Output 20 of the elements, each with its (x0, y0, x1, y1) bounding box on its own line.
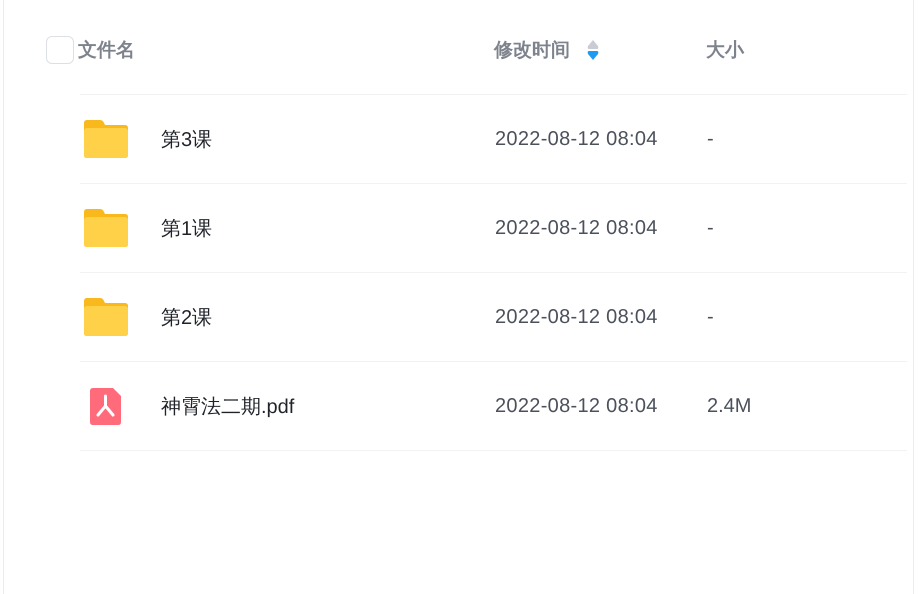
folder-icon (84, 209, 128, 247)
file-name[interactable]: 神霄法二期.pdf (161, 392, 495, 420)
file-name[interactable]: 第1课 (161, 214, 495, 242)
file-size: - (707, 216, 714, 240)
modified-time: 2022-08-12 08:04 (495, 394, 659, 418)
file-name[interactable]: 第2课 (161, 304, 495, 330)
file-size: 2.4M (707, 394, 752, 418)
column-header[interactable]: 文件名 (78, 37, 135, 63)
sort-icon[interactable] (587, 39, 599, 61)
select-all-checkbox[interactable] (46, 36, 74, 64)
file-size: - (707, 128, 714, 150)
folder-icon (84, 298, 128, 336)
file-name[interactable]: 第3课 (161, 126, 495, 152)
column-header[interactable]: 修改时间 (494, 37, 570, 63)
file-size: - (707, 306, 714, 328)
column-header[interactable]: 大小 (706, 37, 744, 63)
modified-time: 2022-08-12 08:04 (495, 306, 659, 328)
modified-time: 2022-08-12 08:04 (495, 128, 659, 150)
modified-time: 2022-08-12 08:04 (495, 216, 659, 240)
folder-icon (84, 120, 128, 158)
